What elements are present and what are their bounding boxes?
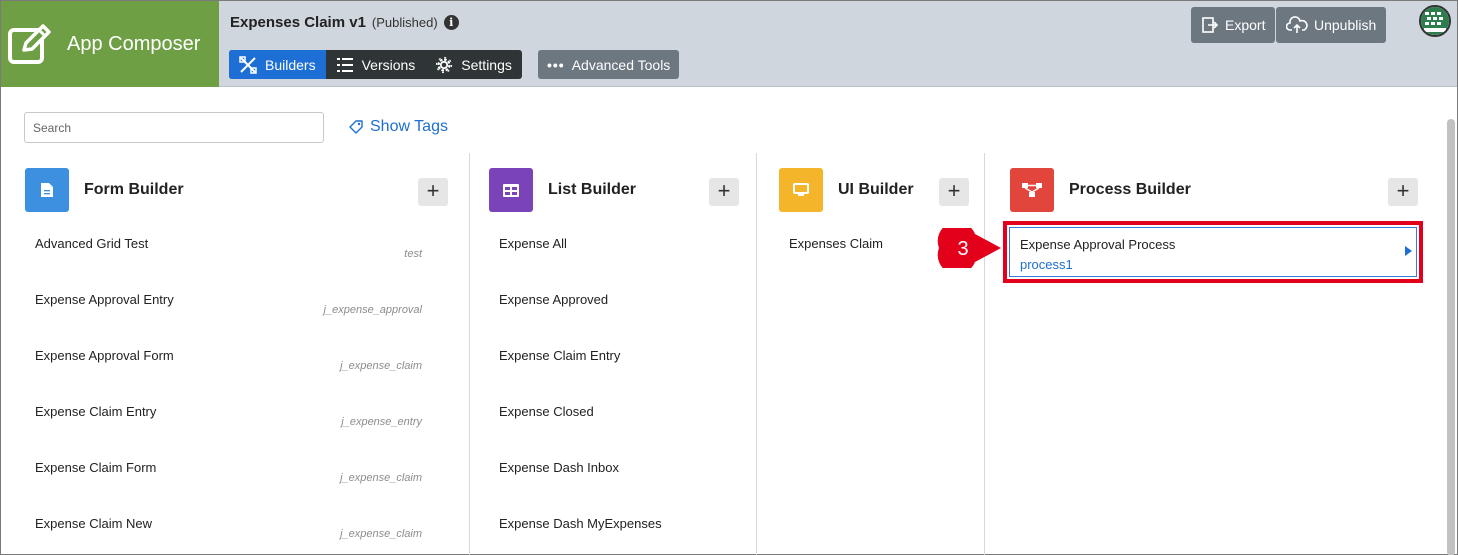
user-avatar-icon bbox=[1421, 7, 1449, 35]
info-icon[interactable]: i bbox=[443, 15, 459, 30]
tab-settings-label: Settings bbox=[461, 56, 512, 73]
list-item[interactable]: Expense Approval Form j_expense_claim bbox=[35, 348, 425, 378]
ui-builder-title: UI Builder bbox=[838, 181, 914, 198]
avatar[interactable] bbox=[1419, 5, 1451, 37]
form-builder-title: Form Builder bbox=[84, 181, 184, 198]
item-name: Expense Approval Entry bbox=[35, 292, 174, 307]
column-divider bbox=[469, 153, 470, 555]
edit-icon bbox=[8, 24, 51, 64]
item-tag: j_expense_entry bbox=[341, 416, 422, 428]
advanced-tools-label: Advanced Tools bbox=[571, 56, 671, 73]
item-name: Advanced Grid Test bbox=[35, 236, 149, 251]
list-builder-header: List Builder bbox=[489, 168, 636, 212]
callout-number: 3 bbox=[957, 238, 968, 260]
show-tags-link[interactable]: Show Tags bbox=[349, 118, 448, 136]
item-tag: j_expense_claim bbox=[340, 528, 422, 540]
list-item[interactable]: Advanced Grid Test test bbox=[35, 236, 425, 266]
cloud-upload-icon bbox=[1286, 16, 1308, 33]
unpublish-label: Unpublish bbox=[1314, 17, 1377, 33]
list-item[interactable]: Expense Dash Inbox bbox=[499, 460, 619, 475]
tab-versions[interactable]: Versions bbox=[326, 50, 426, 79]
ui-builder-header: UI Builder bbox=[779, 168, 914, 212]
callout-badge: 3 bbox=[937, 228, 1001, 268]
export-label: Export bbox=[1225, 17, 1266, 33]
export-button[interactable]: Export bbox=[1191, 7, 1276, 43]
advanced-tools-button[interactable]: ••• Advanced Tools bbox=[538, 50, 680, 79]
export-icon bbox=[1202, 17, 1219, 33]
form-builder-header: Form Builder bbox=[25, 168, 184, 212]
tab-versions-label: Versions bbox=[361, 56, 416, 73]
add-list-button[interactable]: + bbox=[709, 178, 739, 206]
tag-icon bbox=[349, 119, 363, 134]
list-item[interactable]: Expense Claim Entry bbox=[499, 348, 620, 363]
list-item[interactable]: Expenses Claim bbox=[789, 236, 883, 251]
item-tag: j_expense_approval bbox=[323, 304, 422, 316]
item-name: Expense Claim New bbox=[35, 516, 153, 531]
column-divider bbox=[984, 153, 985, 555]
publish-status: (Published) bbox=[371, 15, 438, 30]
brand-name: App Composer bbox=[67, 32, 201, 55]
list-item[interactable]: Expense All bbox=[499, 236, 567, 251]
app-title-text: Expenses Claim v1 bbox=[230, 14, 366, 31]
item-name: Expense Claim Form bbox=[35, 460, 157, 475]
list-item[interactable]: Expense Approval Entry j_expense_approva… bbox=[35, 292, 425, 322]
list-item[interactable]: Expense Claim Form j_expense_claim bbox=[35, 460, 425, 490]
tab-settings[interactable]: Settings bbox=[425, 50, 522, 79]
list-item[interactable]: Expense Approved bbox=[499, 292, 608, 307]
item-name: Expense Approval Form bbox=[35, 348, 174, 363]
monitor-icon bbox=[779, 168, 823, 212]
search-input[interactable] bbox=[24, 112, 324, 143]
document-icon bbox=[25, 168, 69, 212]
list-builder-title: List Builder bbox=[548, 181, 637, 198]
list-item[interactable]: Expense Claim Entry j_expense_entry bbox=[35, 404, 425, 434]
list-item[interactable]: Expense Dash MyExpenses bbox=[499, 516, 662, 531]
gear-icon bbox=[436, 56, 453, 73]
tools-icon bbox=[239, 55, 257, 74]
app-header: App Composer Expenses Claim v1 (Publishe… bbox=[1, 1, 1457, 87]
item-tag: j_expense_claim bbox=[340, 360, 422, 372]
item-tag: test bbox=[404, 248, 422, 260]
item-name: Expense Claim Entry bbox=[35, 404, 157, 419]
list-item[interactable]: Expense Claim New j_expense_claim bbox=[35, 516, 425, 546]
app-title: Expenses Claim v1 (Published) i bbox=[230, 14, 459, 31]
flow-icon bbox=[1010, 168, 1054, 212]
process-builder-header: Process Builder bbox=[1010, 168, 1191, 212]
tab-builders[interactable]: Builders bbox=[229, 50, 326, 79]
list-item[interactable]: Expense Closed bbox=[499, 404, 594, 419]
scrollbar[interactable] bbox=[1447, 119, 1455, 555]
brand[interactable]: App Composer bbox=[1, 1, 219, 87]
column-divider bbox=[756, 153, 757, 555]
builder-tabs: Builders Versions Settings bbox=[229, 50, 522, 79]
show-tags-label: Show Tags bbox=[370, 118, 448, 135]
tab-builders-label: Builders bbox=[265, 56, 316, 73]
add-ui-button[interactable]: + bbox=[939, 178, 969, 206]
process-builder-title: Process Builder bbox=[1069, 181, 1191, 198]
add-form-button[interactable]: + bbox=[418, 178, 448, 206]
highlight-box bbox=[1003, 221, 1423, 283]
more-icon: ••• bbox=[547, 56, 565, 73]
table-icon bbox=[489, 168, 533, 212]
add-process-button[interactable]: + bbox=[1388, 178, 1418, 206]
item-tag: j_expense_claim bbox=[340, 472, 422, 484]
list-numbered-icon bbox=[336, 57, 353, 72]
unpublish-button[interactable]: Unpublish bbox=[1276, 7, 1387, 43]
